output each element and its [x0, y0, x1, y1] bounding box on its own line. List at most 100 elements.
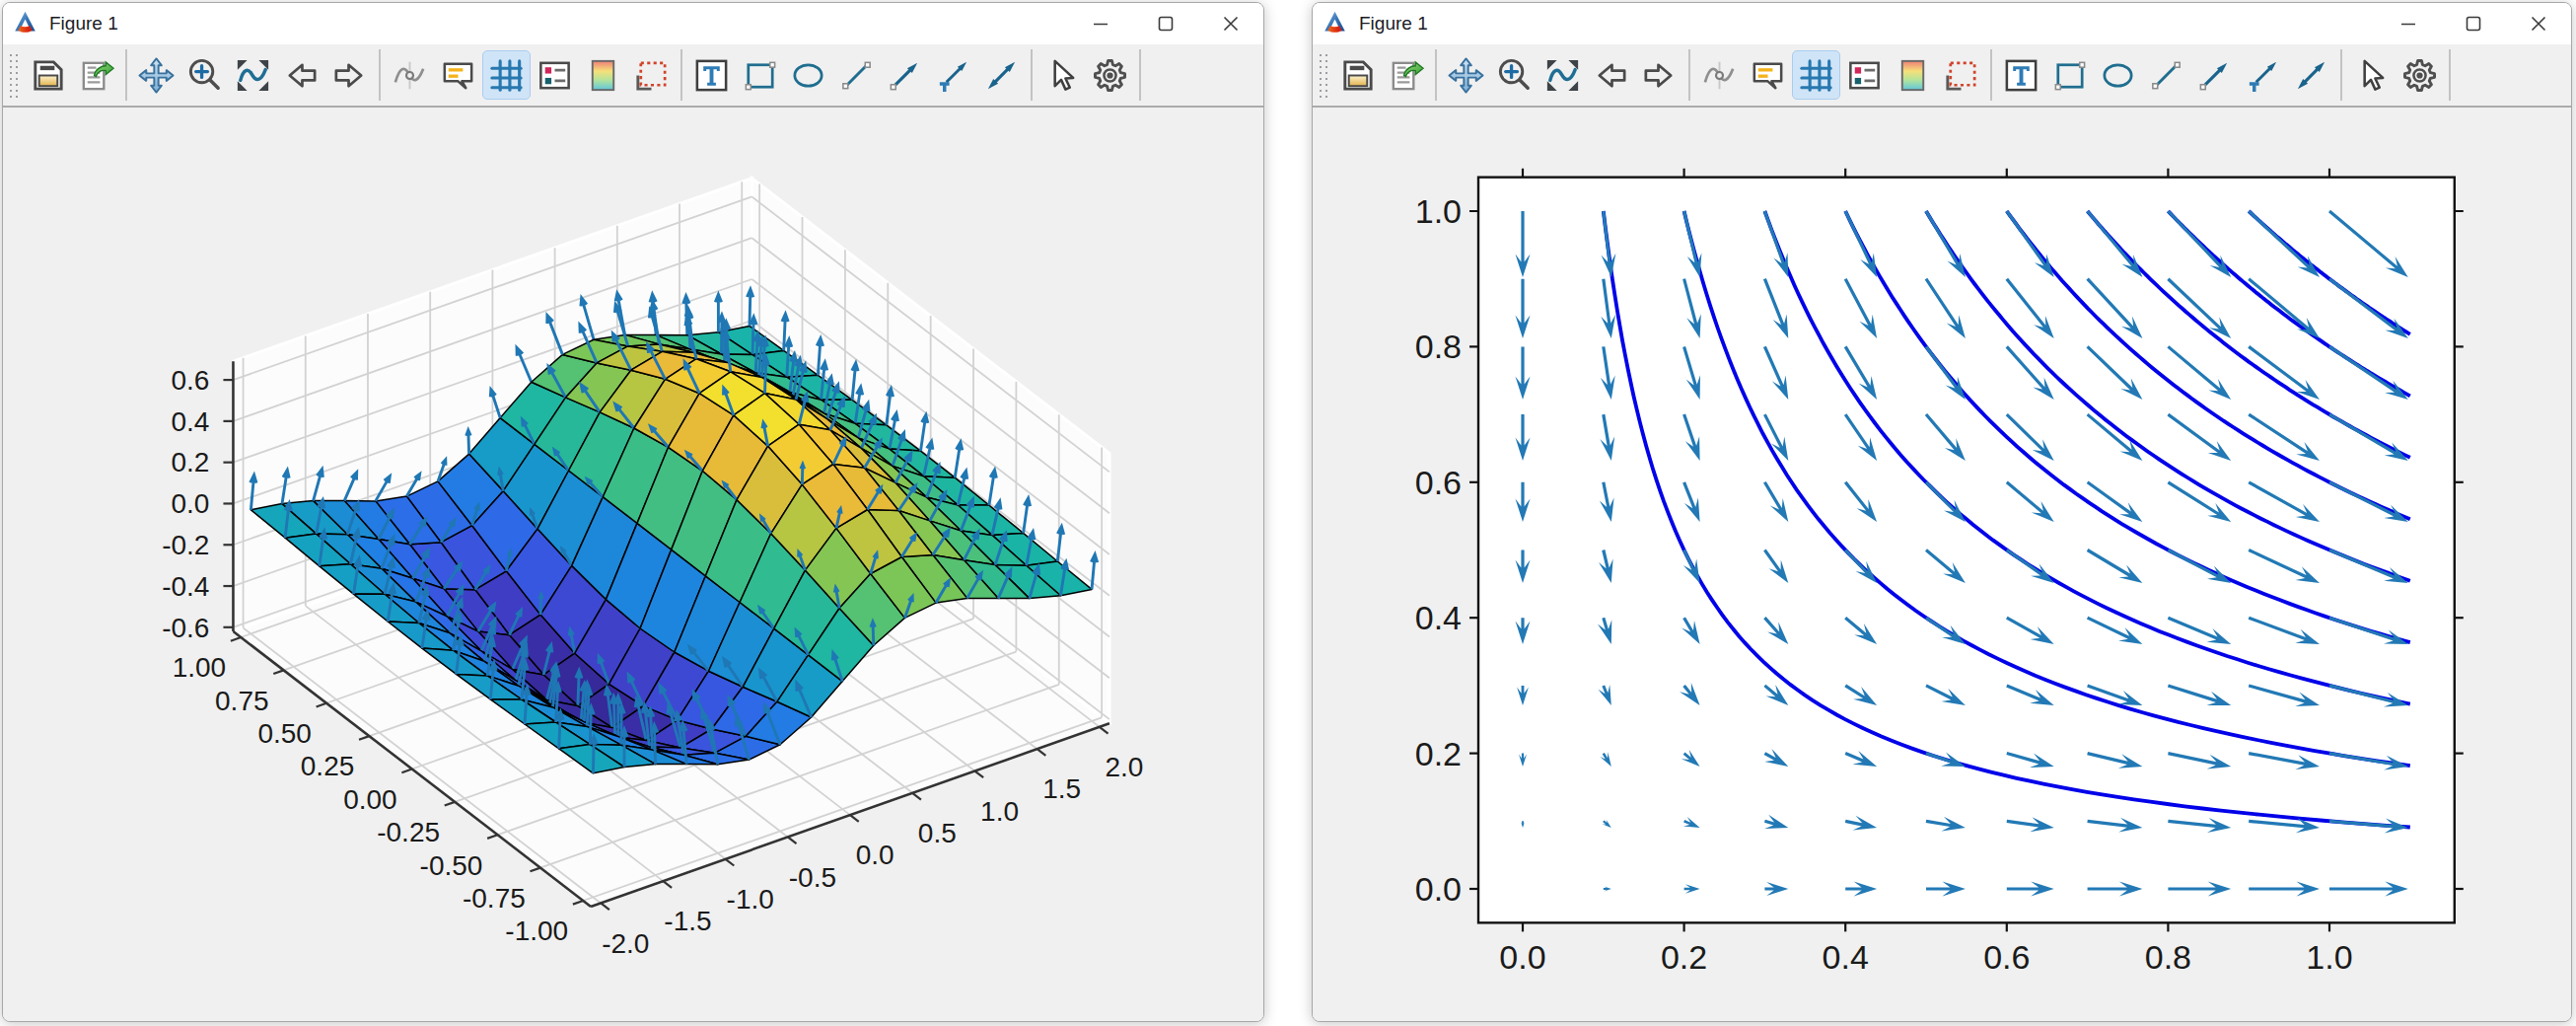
pan-button[interactable] [132, 50, 180, 100]
save-icon [29, 56, 67, 95]
back-button[interactable] [277, 50, 325, 100]
svg-text:0.6: 0.6 [1415, 464, 1462, 501]
export-button[interactable] [1382, 50, 1430, 100]
forward-button[interactable] [325, 50, 374, 100]
arrow-label-icon [934, 56, 972, 95]
svg-text:0.75: 0.75 [215, 686, 269, 716]
close-button[interactable] [1198, 3, 1263, 44]
toolbar-grip[interactable] [7, 50, 20, 100]
gear-icon [1091, 56, 1129, 95]
minimize-button[interactable] [2376, 3, 2441, 44]
double-arrow-button[interactable] [977, 50, 1026, 100]
save-button[interactable] [1333, 50, 1382, 100]
autoscale-button[interactable] [1538, 50, 1587, 100]
pan-button[interactable] [1442, 50, 1490, 100]
text-button[interactable] [687, 50, 736, 100]
ellipse-icon [789, 56, 827, 95]
pan-icon [137, 56, 176, 95]
svg-text:-0.25: -0.25 [377, 817, 440, 847]
pointer-icon [2352, 56, 2391, 95]
annotate-button[interactable] [1744, 50, 1792, 100]
rectangle-button[interactable] [736, 50, 784, 100]
annotate-icon [1749, 56, 1787, 95]
figure-canvas[interactable]: -0.6-0.4-0.20.00.20.40.61.000.750.500.25… [3, 110, 1263, 1021]
export-icon [1387, 56, 1425, 95]
curve-cursor-icon [391, 56, 429, 95]
titlebar[interactable]: Figure 1 [3, 3, 1263, 44]
svg-text:-0.75: -0.75 [463, 883, 526, 914]
toolbar-grip[interactable] [1317, 50, 1329, 100]
curve-cursor-button[interactable] [386, 50, 434, 100]
curve-cursor-button[interactable] [1695, 50, 1744, 100]
direction-field-plot: 0.00.20.40.60.81.00.00.20.40.60.81.0 [1314, 110, 2570, 1022]
close-button[interactable] [2506, 3, 2571, 44]
forward-button[interactable] [1635, 50, 1683, 100]
svg-text:-0.2: -0.2 [162, 530, 209, 560]
toolbar-separator [1990, 49, 1992, 101]
titlebar[interactable]: Figure 1 [1313, 3, 2571, 44]
colormap-button[interactable] [579, 50, 627, 100]
svg-text:0.4: 0.4 [1823, 938, 1869, 976]
arrow-button[interactable] [881, 50, 929, 100]
autoscale-button[interactable] [229, 50, 277, 100]
toolbar-separator [1031, 49, 1033, 101]
line-icon [837, 56, 876, 95]
ellipse-button[interactable] [784, 50, 832, 100]
svg-text:2.0: 2.0 [1105, 752, 1143, 782]
select-region-button[interactable] [1937, 50, 1985, 100]
svg-text:0.0: 0.0 [172, 488, 210, 519]
arrow-label-button[interactable] [2239, 50, 2287, 100]
grid-icon [487, 56, 526, 95]
maximize-button[interactable] [2441, 3, 2506, 44]
arrow-button[interactable] [2190, 50, 2239, 100]
arrow-label-button[interactable] [929, 50, 977, 100]
annotate-button[interactable] [434, 50, 482, 100]
svg-text:0.25: 0.25 [301, 751, 355, 781]
double-arrow-icon [2292, 56, 2330, 95]
svg-text:-1.0: -1.0 [727, 884, 774, 915]
double-arrow-button[interactable] [2287, 50, 2335, 100]
settings-button[interactable] [1086, 50, 1134, 100]
zoom-button[interactable] [1490, 50, 1538, 100]
line-button[interactable] [2142, 50, 2190, 100]
text-button[interactable] [1997, 50, 2045, 100]
minimize-button[interactable] [1068, 3, 1133, 44]
svg-text:-2.0: -2.0 [602, 928, 649, 959]
maximize-button[interactable] [1133, 3, 1198, 44]
annotate-icon [439, 56, 477, 95]
rectangle-icon [2050, 56, 2089, 95]
legend-button[interactable] [1840, 50, 1889, 100]
settings-button[interactable] [2396, 50, 2444, 100]
export-button[interactable] [72, 50, 120, 100]
rectangle-button[interactable] [2045, 50, 2094, 100]
toolbar-separator [125, 49, 127, 101]
save-button[interactable] [24, 50, 72, 100]
toolbar-separator [1688, 49, 1690, 101]
app-logo-icon [14, 11, 39, 37]
line-button[interactable] [832, 50, 881, 100]
colormap-button[interactable] [1889, 50, 1937, 100]
svg-text:0.8: 0.8 [2145, 938, 2191, 976]
legend-button[interactable] [531, 50, 579, 100]
pointer-button[interactable] [2347, 50, 2396, 100]
svg-text:1.0: 1.0 [1415, 192, 1462, 230]
toolbar-separator [379, 49, 381, 101]
ellipse-button[interactable] [2094, 50, 2142, 100]
svg-text:0.0: 0.0 [1499, 938, 1545, 976]
zoom-button[interactable] [180, 50, 229, 100]
pointer-button[interactable] [1038, 50, 1086, 100]
grid-button[interactable] [482, 50, 531, 100]
window-title: Figure 1 [1359, 13, 1428, 35]
figure-window-right: Figure 1 0.00.20.40.60.81.00.00 [1312, 2, 2572, 1022]
back-icon [1592, 56, 1630, 95]
colormap-icon [584, 56, 622, 95]
export-icon [77, 56, 115, 95]
svg-text:0.2: 0.2 [172, 447, 210, 477]
svg-text:0.0: 0.0 [856, 840, 894, 870]
figure-canvas[interactable]: 0.00.20.40.60.81.00.00.20.40.60.81.0 [1313, 110, 2571, 1021]
desktop: {"app": {"background": "#ffffff"},"windo… [0, 0, 2576, 1026]
grid-button[interactable] [1792, 50, 1840, 100]
select-region-button[interactable] [627, 50, 676, 100]
back-button[interactable] [1587, 50, 1635, 100]
svg-text:0.2: 0.2 [1661, 938, 1707, 976]
